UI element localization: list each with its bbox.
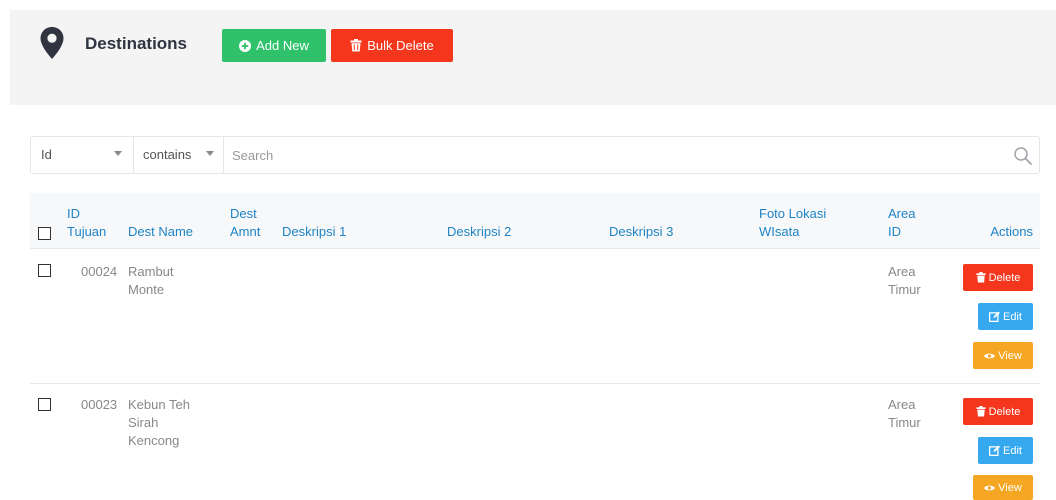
bulk-delete-button[interactable]: Bulk Delete [331,29,453,62]
col-deskripsi-3[interactable]: Deskripsi 3 [609,223,673,241]
cell-line: Rambut [128,264,174,279]
col-label: ID [888,224,901,239]
eye-icon [984,485,996,490]
cell-line: Kencong [128,433,180,448]
caret-down-icon[interactable] [114,151,122,156]
page-title: Destinations [85,34,188,53]
col-deskripsi-2[interactable]: Deskripsi 2 [447,223,511,241]
col-deskripsi-1[interactable]: Deskripsi 1 [282,223,346,241]
col-label: Amnt [230,224,261,239]
cell-dest-name: Rambut Monte [128,263,174,299]
col-label: Foto Lokasi [759,206,827,221]
col-label: WIsata [759,224,800,239]
cell-line: Timur [888,415,921,430]
add-new-label: Add New [256,38,309,53]
edit-button[interactable]: Edit [978,437,1033,464]
search-icon[interactable] [1013,146,1033,166]
col-dest-name[interactable]: Dest Name [128,223,193,241]
delete-button[interactable]: Delete [963,264,1033,291]
col-id-tujuan[interactable]: ID Tujuan [67,205,106,241]
select-all-checkbox[interactable] [38,227,51,240]
view-button[interactable]: View [973,342,1033,369]
cell-line: Sirah [128,415,159,430]
col-area-id[interactable]: Area ID [888,205,915,241]
search-field-select[interactable]: Id [41,147,52,162]
edit-icon [989,445,1001,456]
map-marker-icon [40,27,64,59]
cell-dest-name: Kebun Teh Sirah Kencong [128,396,190,450]
delete-label: Delete [988,271,1021,284]
search-bar: Id contains [30,136,1040,174]
col-label: Dest [230,206,257,221]
col-label: ID [67,206,80,221]
col-actions: Actions [990,224,1033,239]
add-new-button[interactable]: Add New [222,29,326,62]
edit-label: Edit [1003,310,1022,323]
edit-icon [989,311,1001,322]
view-label: View [998,481,1022,494]
cell-line: Monte [128,282,165,297]
trash-icon [350,39,362,52]
col-label: Area [888,206,916,221]
plus-circle-icon [239,39,252,52]
bulk-delete-label: Bulk Delete [367,38,434,53]
row-checkbox[interactable] [38,398,51,411]
view-label: View [998,349,1022,362]
col-foto-lokasi[interactable]: Foto Lokasi WIsata [759,205,826,241]
cell-line: Area [888,264,916,279]
divider [133,137,134,173]
cell-line: Kebun Teh [128,397,190,412]
view-button[interactable]: View [973,475,1033,500]
cell-line: Timur [888,282,921,297]
row-divider [30,383,1040,384]
cell-id: 00023 [81,397,118,412]
edit-button[interactable]: Edit [978,303,1033,330]
cell-id: 00024 [81,264,118,279]
caret-down-icon[interactable] [206,151,214,156]
delete-label: Delete [988,405,1021,418]
trash-icon [976,406,986,417]
col-dest-amnt[interactable]: Dest Amnt [230,205,260,241]
page-header [10,10,1056,105]
trash-icon [976,272,986,283]
cell-area: Area Timur [888,263,921,299]
row-checkbox[interactable] [38,264,51,277]
search-operator-select[interactable]: contains [143,147,191,162]
eye-icon [984,353,996,358]
edit-label: Edit [1003,444,1022,457]
cell-area: Area Timur [888,396,921,432]
cell-line: Area [888,397,916,412]
delete-button[interactable]: Delete [963,398,1033,425]
divider [223,137,224,173]
search-input[interactable] [232,144,992,166]
col-label: Tujuan [67,224,107,239]
